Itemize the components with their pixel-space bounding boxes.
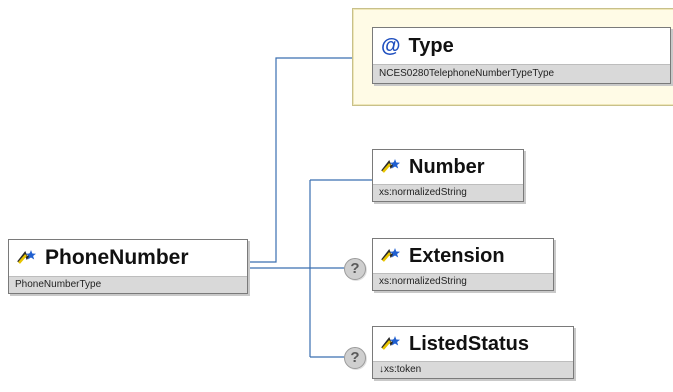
at-icon: @ [381,35,401,57]
root-element-type: PhoneNumberType [9,276,247,293]
element-icon [381,248,400,262]
root-element-node[interactable]: PhoneNumber PhoneNumberType [8,239,248,294]
element-type: xs:normalizedString [373,273,553,290]
optional-icon: ? [344,347,366,369]
connector-to-type [246,57,352,263]
element-name: ListedStatus [409,332,530,355]
element-extension-node[interactable]: Extension xs:normalizedString [372,238,554,291]
element-type: xs:normalizedString [373,184,523,201]
element-listedstatus-node[interactable]: ListedStatus ↓xs:token [372,326,574,379]
element-type: ↓xs:token [373,361,573,378]
element-icon [381,336,400,350]
attribute-name: Type [408,34,454,57]
attribute-type-node[interactable]: @ Type NCES0280TelephoneNumberTypeType [372,27,671,84]
element-number-node[interactable]: Number xs:normalizedString [372,149,524,202]
optional-icon: ? [344,258,366,280]
element-name: Number [409,155,485,178]
root-element-name: PhoneNumber [45,246,189,269]
element-name: Extension [409,244,505,267]
attribute-type: NCES0280TelephoneNumberTypeType [373,64,670,83]
element-icon [17,250,36,264]
element-icon [381,159,400,173]
